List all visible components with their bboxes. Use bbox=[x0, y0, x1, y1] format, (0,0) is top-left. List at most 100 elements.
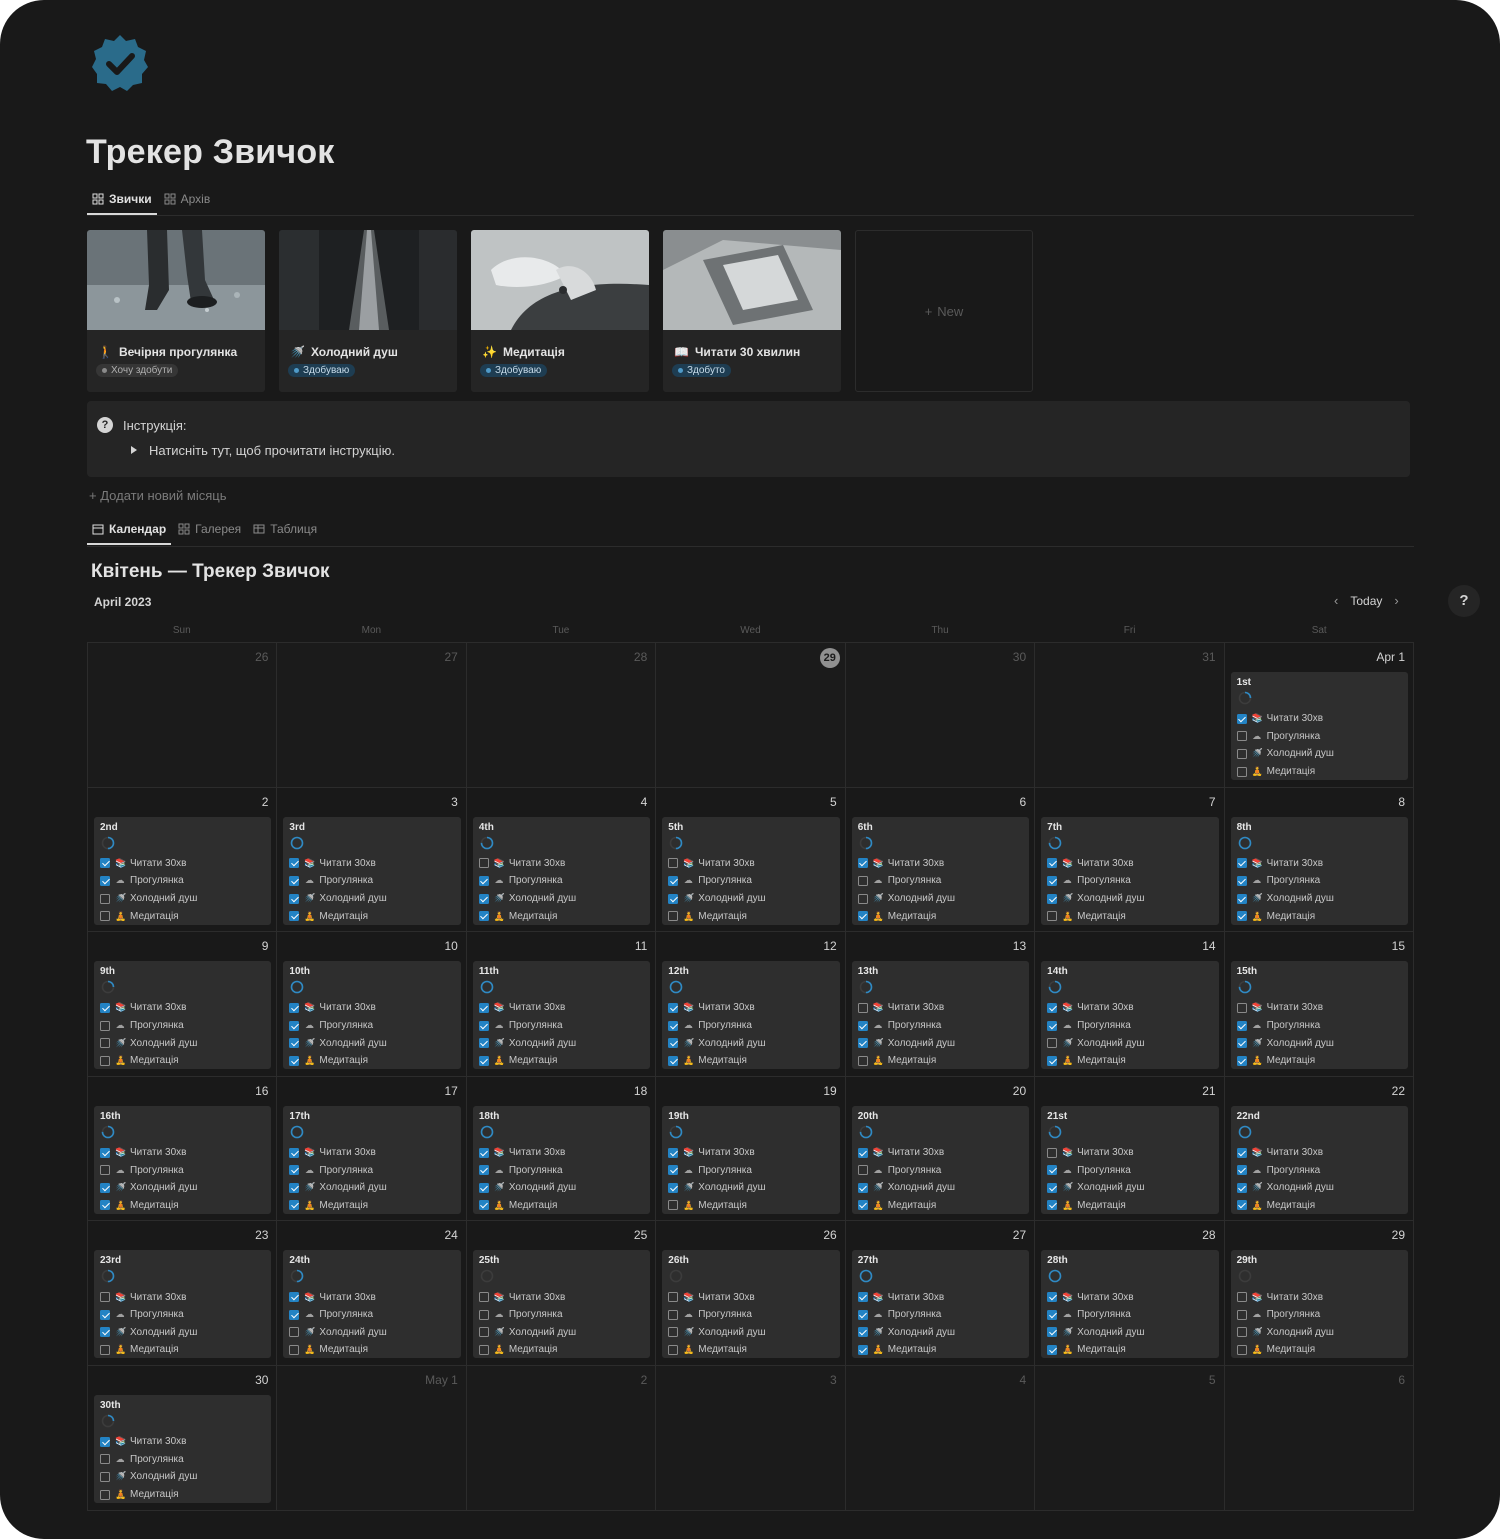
calendar-day-cell[interactable]: 3 3rd 📚 Читати 30хв ☁ Прогулянка 🚿 Холодний душ… bbox=[277, 787, 467, 933]
day-entry-card[interactable]: 12th 📚 Читати 30хв ☁ Прогулянка 🚿 Холодний душ… bbox=[662, 961, 840, 1070]
habit-checkbox[interactable] bbox=[1047, 1182, 1058, 1193]
day-entry-card[interactable]: 15th 📚 Читати 30хв ☁ Прогулянка 🚿 Холодний душ… bbox=[1230, 961, 1408, 1070]
habit-checkbox[interactable] bbox=[1236, 731, 1247, 742]
habit-checkbox[interactable] bbox=[289, 911, 300, 922]
day-entry-card[interactable]: 10th 📚 Читати 30хв ☁ Прогулянка 🚿 Холодний душ… bbox=[283, 961, 461, 1070]
habit-checkbox[interactable] bbox=[857, 1327, 868, 1338]
habit-checkbox[interactable] bbox=[1236, 713, 1247, 724]
day-entry-card[interactable]: 8th 📚 Читати 30хв ☁ Прогулянка 🚿 Холодний душ 🧘… bbox=[1230, 816, 1408, 925]
day-entry-card[interactable]: 21st 📚 Читати 30хв ☁ Прогулянка 🚿 Холодний душ… bbox=[1041, 1105, 1219, 1214]
day-entry-card[interactable]: 19th 📚 Читати 30хв ☁ Прогулянка 🚿 Холодний душ… bbox=[662, 1105, 840, 1214]
habit-checkbox[interactable] bbox=[668, 893, 679, 904]
habit-checkbox[interactable] bbox=[857, 893, 868, 904]
calendar-day-cell[interactable]: 15 15th 📚 Читати 30хв ☁ Прогулянка 🚿 Холодний д… bbox=[1224, 932, 1414, 1077]
instruction-toggle[interactable]: Натисніть тут, щоб прочитати інструкцію. bbox=[131, 443, 395, 458]
chevron-right-icon[interactable]: › bbox=[1394, 593, 1398, 608]
day-entry-card[interactable]: 26th 📚 Читати 30хв ☁ Прогулянка 🚿 Холодний душ… bbox=[662, 1250, 840, 1359]
day-entry-card[interactable]: 29th 📚 Читати 30хв ☁ Прогулянка 🚿 Холодний душ… bbox=[1230, 1250, 1408, 1359]
calendar-day-cell[interactable]: 5 bbox=[1035, 1365, 1225, 1511]
habit-checkbox[interactable] bbox=[857, 1309, 868, 1320]
habit-checkbox[interactable] bbox=[1047, 1002, 1058, 1013]
habit-checkbox[interactable] bbox=[668, 1292, 679, 1303]
calendar-day-cell[interactable]: 27 27th 📚 Читати 30хв ☁ Прогулянка 🚿 Холодний д… bbox=[845, 1221, 1036, 1366]
habit-checkbox[interactable] bbox=[100, 1002, 110, 1013]
habit-checkbox[interactable] bbox=[668, 1309, 679, 1320]
calendar-day-cell[interactable]: 7 7th 📚 Читати 30хв ☁ Прогулянка 🚿 Холодний душ… bbox=[1035, 787, 1225, 933]
habit-checkbox[interactable] bbox=[1236, 1344, 1247, 1355]
habit-checkbox[interactable] bbox=[478, 1002, 489, 1013]
habit-checkbox[interactable] bbox=[1236, 1309, 1247, 1320]
new-card-button[interactable]: + New bbox=[855, 230, 1033, 392]
day-entry-card[interactable]: 23rd 📚 Читати 30хв ☁ Прогулянка 🚿 Холодний душ… bbox=[94, 1250, 272, 1359]
calendar-day-cell[interactable]: 14 14th 📚 Читати 30хв ☁ Прогулянка 🚿 Холодний д… bbox=[1035, 932, 1225, 1077]
day-entry-card[interactable]: 24th 📚 Читати 30хв ☁ Прогулянка 🚿 Холодний душ… bbox=[283, 1250, 461, 1359]
tab-calendar[interactable]: Календар bbox=[87, 515, 172, 545]
habit-checkbox[interactable] bbox=[1236, 1327, 1247, 1338]
habit-checkbox[interactable] bbox=[100, 1436, 110, 1447]
habit-checkbox[interactable] bbox=[1047, 1147, 1058, 1158]
habit-checkbox[interactable] bbox=[478, 1344, 489, 1355]
habit-checkbox[interactable] bbox=[100, 1489, 110, 1500]
habit-checkbox[interactable] bbox=[478, 858, 489, 869]
calendar-day-cell[interactable]: 29 29th 📚 Читати 30хв ☁ Прогулянка 🚿 Холодний д… bbox=[1224, 1221, 1414, 1366]
calendar-day-cell[interactable]: Apr 1 1st 📚 Читати 30хв ☁ Прогулянка 🚿 Холодний… bbox=[1224, 643, 1414, 788]
calendar-day-cell[interactable]: 31 bbox=[1035, 643, 1225, 788]
habit-checkbox[interactable] bbox=[1236, 1002, 1247, 1013]
calendar-day-cell[interactable]: 2 bbox=[466, 1365, 657, 1511]
habit-checkbox[interactable] bbox=[1236, 1182, 1247, 1193]
help-button[interactable]: ? bbox=[1448, 585, 1480, 617]
day-entry-card[interactable]: 11th 📚 Читати 30хв ☁ Прогулянка 🚿 Холодний душ… bbox=[472, 961, 651, 1070]
habit-checkbox[interactable] bbox=[478, 1309, 489, 1320]
habit-checkbox[interactable] bbox=[100, 1200, 110, 1211]
habit-checkbox[interactable] bbox=[478, 893, 489, 904]
habit-checkbox[interactable] bbox=[668, 1020, 679, 1031]
calendar-day-cell[interactable]: 8 8th 📚 Читати 30хв ☁ Прогулянка 🚿 Холодний душ… bbox=[1224, 787, 1414, 933]
calendar-day-cell[interactable]: 19 19th 📚 Читати 30хв ☁ Прогулянка 🚿 Холодний д… bbox=[656, 1076, 846, 1222]
habit-checkbox[interactable] bbox=[857, 1020, 868, 1031]
habit-checkbox[interactable] bbox=[857, 1292, 868, 1303]
habit-checkbox[interactable] bbox=[1236, 766, 1247, 777]
habit-checkbox[interactable] bbox=[1236, 1038, 1247, 1049]
tab-archive[interactable]: Архів bbox=[159, 185, 216, 213]
habit-checkbox[interactable] bbox=[668, 875, 679, 886]
habit-checkbox[interactable] bbox=[100, 1165, 110, 1176]
calendar-day-cell[interactable]: 6 6th 📚 Читати 30хв ☁ Прогулянка 🚿 Холодний душ… bbox=[845, 787, 1036, 933]
habit-checkbox[interactable] bbox=[1236, 1292, 1247, 1303]
habit-checkbox[interactable] bbox=[478, 875, 489, 886]
day-entry-card[interactable]: 7th 📚 Читати 30хв ☁ Прогулянка 🚿 Холодний душ 🧘… bbox=[1041, 816, 1219, 925]
habit-checkbox[interactable] bbox=[478, 1147, 489, 1158]
habit-checkbox[interactable] bbox=[289, 1182, 300, 1193]
day-entry-card[interactable]: 28th 📚 Читати 30хв ☁ Прогулянка 🚿 Холодний душ… bbox=[1041, 1250, 1219, 1359]
habit-checkbox[interactable] bbox=[100, 858, 110, 869]
habit-checkbox[interactable] bbox=[100, 1327, 110, 1338]
habit-checkbox[interactable] bbox=[289, 1200, 300, 1211]
habit-checkbox[interactable] bbox=[668, 1327, 679, 1338]
day-entry-card[interactable]: 9th 📚 Читати 30хв ☁ Прогулянка 🚿 Холодний душ 🧘… bbox=[94, 961, 272, 1070]
habit-checkbox[interactable] bbox=[1236, 1165, 1247, 1176]
day-entry-card[interactable]: 14th 📚 Читати 30хв ☁ Прогулянка 🚿 Холодний душ… bbox=[1041, 961, 1219, 1070]
habit-checkbox[interactable] bbox=[1236, 1055, 1247, 1066]
habit-checkbox[interactable] bbox=[668, 1344, 679, 1355]
habit-checkbox[interactable] bbox=[100, 911, 110, 922]
calendar-day-cell[interactable]: 17 17th 📚 Читати 30хв ☁ Прогулянка 🚿 Холодний д… bbox=[277, 1076, 467, 1222]
habit-checkbox[interactable] bbox=[289, 1344, 300, 1355]
day-entry-card[interactable]: 17th 📚 Читати 30хв ☁ Прогулянка 🚿 Холодний душ… bbox=[283, 1105, 461, 1214]
habit-checkbox[interactable] bbox=[289, 1147, 300, 1158]
habit-checkbox[interactable] bbox=[1236, 911, 1247, 922]
day-entry-card[interactable]: 13th 📚 Читати 30хв ☁ Прогулянка 🚿 Холодний душ… bbox=[851, 961, 1030, 1070]
calendar-day-cell[interactable]: 4 4th 📚 Читати 30хв ☁ Прогулянка 🚿 Холодний душ… bbox=[466, 787, 657, 933]
calendar-day-cell[interactable]: 22 22nd 📚 Читати 30хв ☁ Прогулянка 🚿 Холодний д… bbox=[1224, 1076, 1414, 1222]
tab-gallery[interactable]: Галерея bbox=[173, 515, 246, 543]
day-entry-card[interactable]: 27th 📚 Читати 30хв ☁ Прогулянка 🚿 Холодний душ… bbox=[851, 1250, 1030, 1359]
habit-card[interactable]: 🚶 Вечірня прогулянка Хочу здобути bbox=[87, 230, 265, 392]
calendar-day-cell[interactable]: 2 2nd 📚 Читати 30хв ☁ Прогулянка 🚿 Холодний душ… bbox=[88, 787, 278, 933]
habit-checkbox[interactable] bbox=[857, 1038, 868, 1049]
habit-checkbox[interactable] bbox=[289, 1309, 300, 1320]
calendar-day-cell[interactable]: 28 28th 📚 Читати 30хв ☁ Прогулянка 🚿 Холодний д… bbox=[1035, 1221, 1225, 1366]
habit-checkbox[interactable] bbox=[668, 1038, 679, 1049]
calendar-day-cell[interactable]: 28 bbox=[466, 643, 657, 788]
habit-checkbox[interactable] bbox=[668, 1182, 679, 1193]
habit-checkbox[interactable] bbox=[1047, 911, 1058, 922]
habit-card[interactable]: 📖 Читати 30 хвилин Здобуто bbox=[663, 230, 841, 392]
habit-checkbox[interactable] bbox=[478, 1292, 489, 1303]
